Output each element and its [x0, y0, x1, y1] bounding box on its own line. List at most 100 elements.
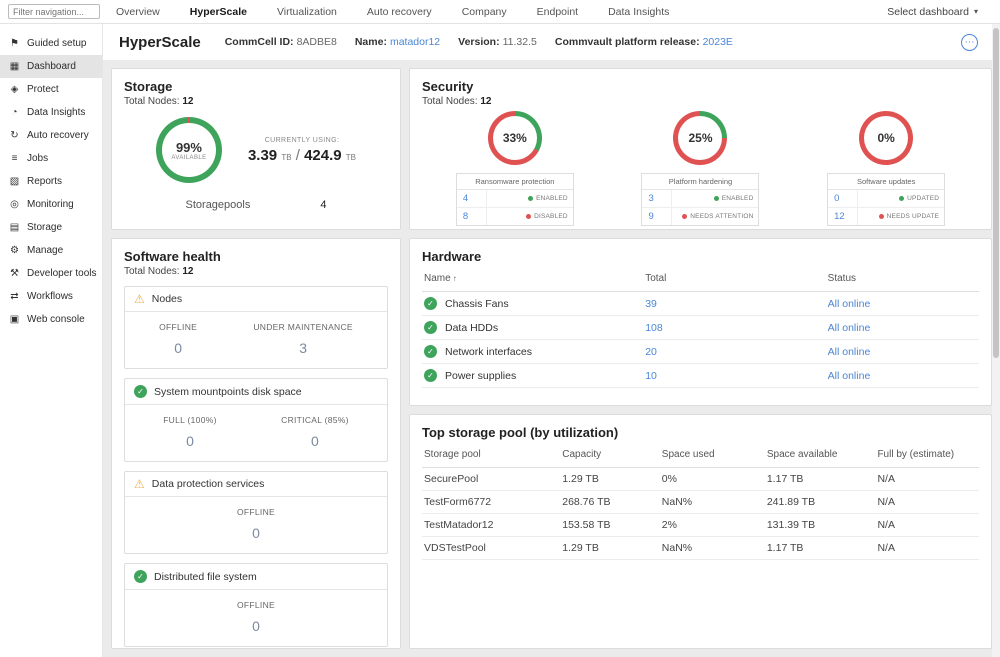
- tab-overview[interactable]: Overview: [114, 2, 162, 22]
- sidebar-item-label: Reports: [27, 176, 62, 187]
- tab-hyperscale[interactable]: HyperScale: [188, 2, 249, 22]
- health-section-data-protection: ⚠ Data protection services OFFLINE0: [124, 471, 388, 554]
- software-updates-table: Software updates 0UPDATED 12NEEDS UPDATE: [827, 173, 945, 226]
- scrollbar-thumb[interactable]: [993, 28, 999, 358]
- sidebar-item-protect[interactable]: ◈Protect: [0, 78, 102, 101]
- web-console-icon: ▣: [9, 314, 20, 325]
- ransomware-donut: 33%: [488, 111, 542, 165]
- stat-under-maintenance: UNDER MAINTENANCE3: [253, 322, 353, 356]
- hardware-col-status[interactable]: Status: [828, 273, 977, 284]
- more-options-icon[interactable]: ⋯: [961, 34, 978, 51]
- storage-availability-donut: 99% AVAILABLE: [156, 117, 222, 183]
- sidebar-item-manage[interactable]: ⚙Manage: [0, 239, 102, 262]
- pool-col-space-available[interactable]: Space available: [767, 449, 878, 460]
- platform-hardening-table: Platform hardening 3ENABLED 9NEEDS ATTEN…: [641, 173, 759, 226]
- filter-navigation-input[interactable]: [8, 4, 100, 19]
- pool-col-space-used[interactable]: Space used: [662, 449, 767, 460]
- monitoring-icon: ◎: [9, 199, 20, 210]
- status-link[interactable]: All online: [828, 370, 977, 382]
- software-health-total-nodes: Total Nodes: 12: [124, 266, 388, 277]
- tab-company[interactable]: Company: [460, 2, 509, 22]
- tab-data-insights[interactable]: Data Insights: [606, 2, 671, 22]
- status-link[interactable]: All online: [828, 346, 977, 358]
- sidebar-item-dashboard[interactable]: ▦Dashboard: [0, 55, 102, 78]
- vertical-scrollbar[interactable]: [992, 24, 1000, 657]
- storagepools-label: Storagepools: [186, 199, 251, 211]
- developer-tools-icon: ⚒: [9, 268, 20, 279]
- stat-value[interactable]: 0: [159, 340, 197, 356]
- reports-icon: ▧: [9, 176, 20, 187]
- sidebar-item-data-insights[interactable]: ◔ Data Insights: [0, 101, 102, 124]
- pool-name: TestMatador12: [424, 519, 562, 531]
- stat-value[interactable]: 3: [253, 340, 353, 356]
- total-link[interactable]: 10: [645, 370, 827, 382]
- health-section-title: Data protection services: [152, 478, 265, 490]
- dashboard-tabs: Overview HyperScale Virtualization Auto …: [114, 2, 671, 22]
- check-circle-icon: ✓: [134, 570, 147, 583]
- hardware-card: Hardware Name↑ Total Status ✓Chassis Fan…: [409, 238, 992, 406]
- count-link[interactable]: 8: [457, 208, 487, 225]
- sidebar-item-label: Auto recovery: [27, 130, 89, 141]
- warning-icon: ⚠: [134, 478, 145, 490]
- table-row: TestMatador12 153.58 TB 2% 131.39 TB N/A: [422, 514, 979, 537]
- pool-col-storage-pool[interactable]: Storage pool: [424, 449, 562, 460]
- chevron-down-icon: ▾: [974, 7, 978, 16]
- sidebar-item-workflows[interactable]: ⇄Workflows: [0, 285, 102, 308]
- hardware-col-total[interactable]: Total: [645, 273, 827, 284]
- count-link[interactable]: 12: [828, 208, 858, 225]
- name-field: Name:matador12: [355, 36, 440, 48]
- sidebar-item-label: Monitoring: [27, 199, 74, 210]
- stat-critical: CRITICAL (85%)0: [281, 415, 349, 449]
- sidebar-item-storage[interactable]: ▤Storage: [0, 216, 102, 239]
- ransomware-table: Ransomware protection 4ENABLED 8DISABLED: [456, 173, 574, 226]
- tab-endpoint[interactable]: Endpoint: [535, 2, 580, 22]
- warning-icon: ⚠: [134, 293, 145, 305]
- page-header: HyperScale CommCell ID:8ADBE8 Name:matad…: [103, 24, 1000, 60]
- tab-auto-recovery[interactable]: Auto recovery: [365, 2, 434, 22]
- top-storage-pool-title: Top storage pool (by utilization): [422, 425, 979, 440]
- data-insights-icon: ◔: [9, 107, 20, 118]
- manage-icon: ⚙: [9, 245, 20, 256]
- green-dot-icon: [528, 196, 533, 201]
- stat-value[interactable]: 0: [163, 433, 217, 449]
- total-link[interactable]: 39: [645, 298, 827, 310]
- sidebar-item-guided-setup[interactable]: ⚑Guided setup: [0, 32, 102, 55]
- sidebar-item-monitoring[interactable]: ◎ Monitoring: [0, 193, 102, 216]
- storage-total-nodes: Total Nodes: 12: [124, 96, 388, 107]
- total-link[interactable]: 20: [645, 346, 827, 358]
- hardware-col-name[interactable]: Name↑: [424, 273, 645, 284]
- stat-value[interactable]: 0: [237, 618, 275, 634]
- storage-icon: ▤: [9, 222, 20, 233]
- count-link[interactable]: 3: [642, 190, 672, 207]
- select-dashboard-dropdown[interactable]: Select dashboard ▾: [887, 6, 978, 18]
- sidebar-item-label: Data Insights: [27, 107, 85, 118]
- tab-virtualization[interactable]: Virtualization: [275, 2, 339, 22]
- storagepools-count[interactable]: 4: [320, 199, 326, 211]
- storage-card: Storage Total Nodes: 12 99% AVAILABLE CU…: [111, 68, 401, 230]
- commcell-name-link[interactable]: matador12: [390, 36, 440, 48]
- check-circle-icon: ✓: [424, 321, 437, 334]
- platform-hardening-gauge: 25% Platform hardening 3ENABLED 9NEEDS A…: [641, 111, 759, 226]
- sidebar-nav: ⚑Guided setup ▦Dashboard ◈Protect ◔ Data …: [0, 24, 103, 657]
- sidebar-item-developer-tools[interactable]: ⚒Developer tools: [0, 262, 102, 285]
- status-link[interactable]: All online: [828, 322, 977, 334]
- status-link[interactable]: All online: [828, 298, 977, 310]
- total-link[interactable]: 108: [645, 322, 827, 334]
- stat-value[interactable]: 0: [237, 525, 275, 541]
- table-row: ✓Network interfaces 20 All online: [422, 340, 979, 364]
- count-link[interactable]: 4: [457, 190, 487, 207]
- stat-value[interactable]: 0: [281, 433, 349, 449]
- sidebar-item-jobs[interactable]: ≡Jobs: [0, 147, 102, 170]
- count-link[interactable]: 9: [642, 208, 672, 225]
- sidebar-item-reports[interactable]: ▧ Reports: [0, 170, 102, 193]
- sidebar-item-web-console[interactable]: ▣Web console: [0, 308, 102, 331]
- pool-col-full-by[interactable]: Full by (estimate): [877, 449, 977, 460]
- hardware-card-title: Hardware: [422, 249, 979, 264]
- sidebar-item-auto-recovery[interactable]: ↻Auto recovery: [0, 124, 102, 147]
- count-link[interactable]: 0: [828, 190, 858, 207]
- pool-col-capacity[interactable]: Capacity: [562, 449, 662, 460]
- security-card: Security Total Nodes: 12 33% Ransomware …: [409, 68, 992, 230]
- green-dot-icon: [714, 196, 719, 201]
- platform-release-link[interactable]: 2023E: [703, 36, 733, 48]
- stat-offline: OFFLINE0: [237, 507, 275, 541]
